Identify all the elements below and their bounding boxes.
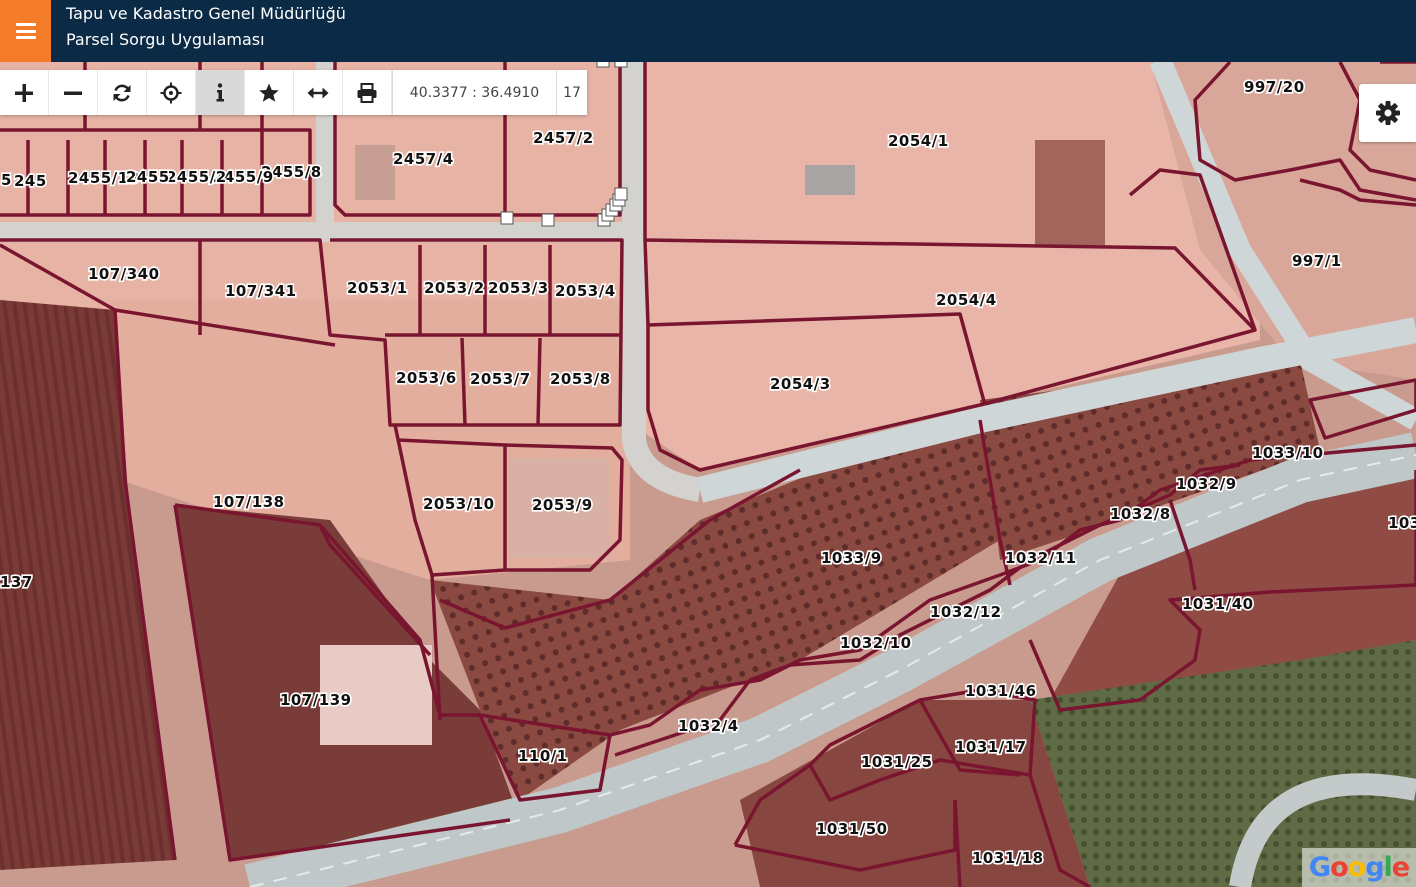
- satellite-map[interactable]: 2457/4 2457/2 2054/1 997/20 997/1 2455/8…: [0, 0, 1416, 887]
- parcel-label-2455-2: 2455/2: [166, 168, 227, 186]
- parcel-label-2053-3: 2053/3: [488, 279, 549, 297]
- parcel-label-2053-6: 2053/6: [396, 369, 457, 387]
- refresh-button[interactable]: [98, 70, 147, 115]
- parcel-label-1031-25: 1031/25: [861, 753, 933, 771]
- parcel-label-2457-2: 2457/2: [533, 129, 594, 147]
- menu-button[interactable]: [0, 0, 51, 62]
- parcel-label-107-138: 107/138: [213, 493, 285, 511]
- parcel-label-1031-17: 1031/17: [955, 738, 1027, 756]
- app-header: Tapu ve Kadastro Genel Müdürlüğü Parsel …: [0, 0, 1416, 62]
- parcel-label-1032-4: 1032/4: [678, 717, 739, 735]
- parcel-label-2054-3: 2054/3: [770, 375, 831, 393]
- parcel-label-1032-8: 1032/8: [1110, 505, 1171, 523]
- parcel-label-2053-1: 2053/1: [347, 279, 408, 297]
- google-logo-text: Google: [1308, 852, 1410, 883]
- info-button[interactable]: [196, 70, 245, 115]
- parcel-label-2054-4: 2054/4: [936, 291, 997, 309]
- building-2457-4: [355, 145, 395, 200]
- parcel-label-245: 245: [14, 172, 47, 190]
- google-logo-letter: G: [1308, 852, 1331, 883]
- hamburger-icon: [15, 23, 36, 39]
- parcel-label-107-341: 107/341: [225, 282, 297, 300]
- google-logo-letter: e: [1391, 852, 1410, 883]
- google-logo-letter: o: [1330, 852, 1349, 883]
- google-logo: Google: [1302, 848, 1416, 887]
- parcel-label-1033-9: 1033/9: [821, 549, 882, 567]
- minus-icon: [64, 91, 82, 95]
- parcel-label-2457-4: 2457/4: [393, 150, 454, 168]
- plus-icon: [15, 83, 33, 102]
- parcel-label-137: 137: [0, 573, 33, 591]
- map-toolbar: 40.3377 : 36.4910 17: [0, 70, 587, 115]
- parcel-label-107-139: 107/139: [280, 691, 352, 709]
- parcel-label-2054-1: 2054/1: [888, 132, 949, 150]
- building-shed: [805, 165, 855, 195]
- parcel-label-2053-4: 2053/4: [555, 282, 616, 300]
- settings-button[interactable]: [1359, 84, 1416, 142]
- parcel-label-2053-9: 2053/9: [532, 496, 593, 514]
- parcel-label-2053-10: 2053/10: [423, 495, 495, 513]
- parcel-label-107-340: 107/340: [88, 265, 160, 283]
- parcel-label-1032-10: 1032/10: [840, 634, 912, 652]
- parcel-label-1033-10: 1033/10: [1252, 444, 1324, 462]
- measure-button[interactable]: [294, 70, 343, 115]
- refresh-icon: [113, 84, 131, 101]
- print-button[interactable]: [343, 70, 392, 115]
- parcel-label-2053-2: 2053/2: [424, 279, 485, 297]
- parcel-label-1031-50: 1031/50: [816, 820, 888, 838]
- google-logo-letter: g: [1365, 852, 1384, 883]
- info-icon: [216, 82, 224, 101]
- building-2054-1: [1035, 140, 1105, 245]
- parcel-label-1032-11: 1032/11: [1005, 549, 1077, 567]
- parcel-label-2053-7: 2053/7: [470, 370, 531, 388]
- parcel-label-2455: 2455: [126, 168, 170, 186]
- header-title: Tapu ve Kadastro Genel Müdürlüğü Parsel …: [66, 1, 346, 53]
- star-icon: [259, 83, 279, 102]
- org-name: Tapu ve Kadastro Genel Müdürlüğü: [66, 4, 346, 23]
- google-logo-letter: l: [1383, 852, 1393, 883]
- zoom-in-button[interactable]: [0, 70, 49, 115]
- parcel-label-1031-46: 1031/46: [965, 682, 1037, 700]
- zoom-out-button[interactable]: [49, 70, 98, 115]
- zoom-level: 17: [563, 84, 581, 101]
- print-icon: [357, 82, 377, 103]
- parcel-label-1032-12: 1032/12: [930, 603, 1002, 621]
- parcel-label-1032-9: 1032/9: [1176, 475, 1237, 493]
- app-name: Parsel Sorgu Uygulaması: [66, 30, 265, 49]
- gear-icon: [1375, 101, 1400, 125]
- coordinate-readout: 40.3377 : 36.4910: [392, 70, 557, 115]
- parcel-label-5: 5: [1, 171, 12, 189]
- parcel-label-2053-8: 2053/8: [550, 370, 611, 388]
- parcel-label-103: 103: [1388, 514, 1416, 532]
- crosshair-icon: [160, 82, 182, 103]
- favorites-button[interactable]: [245, 70, 294, 115]
- parcel-label-110-1: 110/1: [518, 747, 568, 765]
- google-logo-letter: o: [1347, 852, 1367, 883]
- locate-button[interactable]: [147, 70, 196, 115]
- parcel-label-997-20: 997/20: [1244, 78, 1305, 96]
- parcel-label-1031-40: 1031/40: [1182, 595, 1254, 613]
- parcel-label-1031-18: 1031/18: [972, 849, 1044, 867]
- arrows-horizontal-icon: [307, 87, 329, 98]
- parcel-label-997-1: 997/1: [1292, 252, 1342, 270]
